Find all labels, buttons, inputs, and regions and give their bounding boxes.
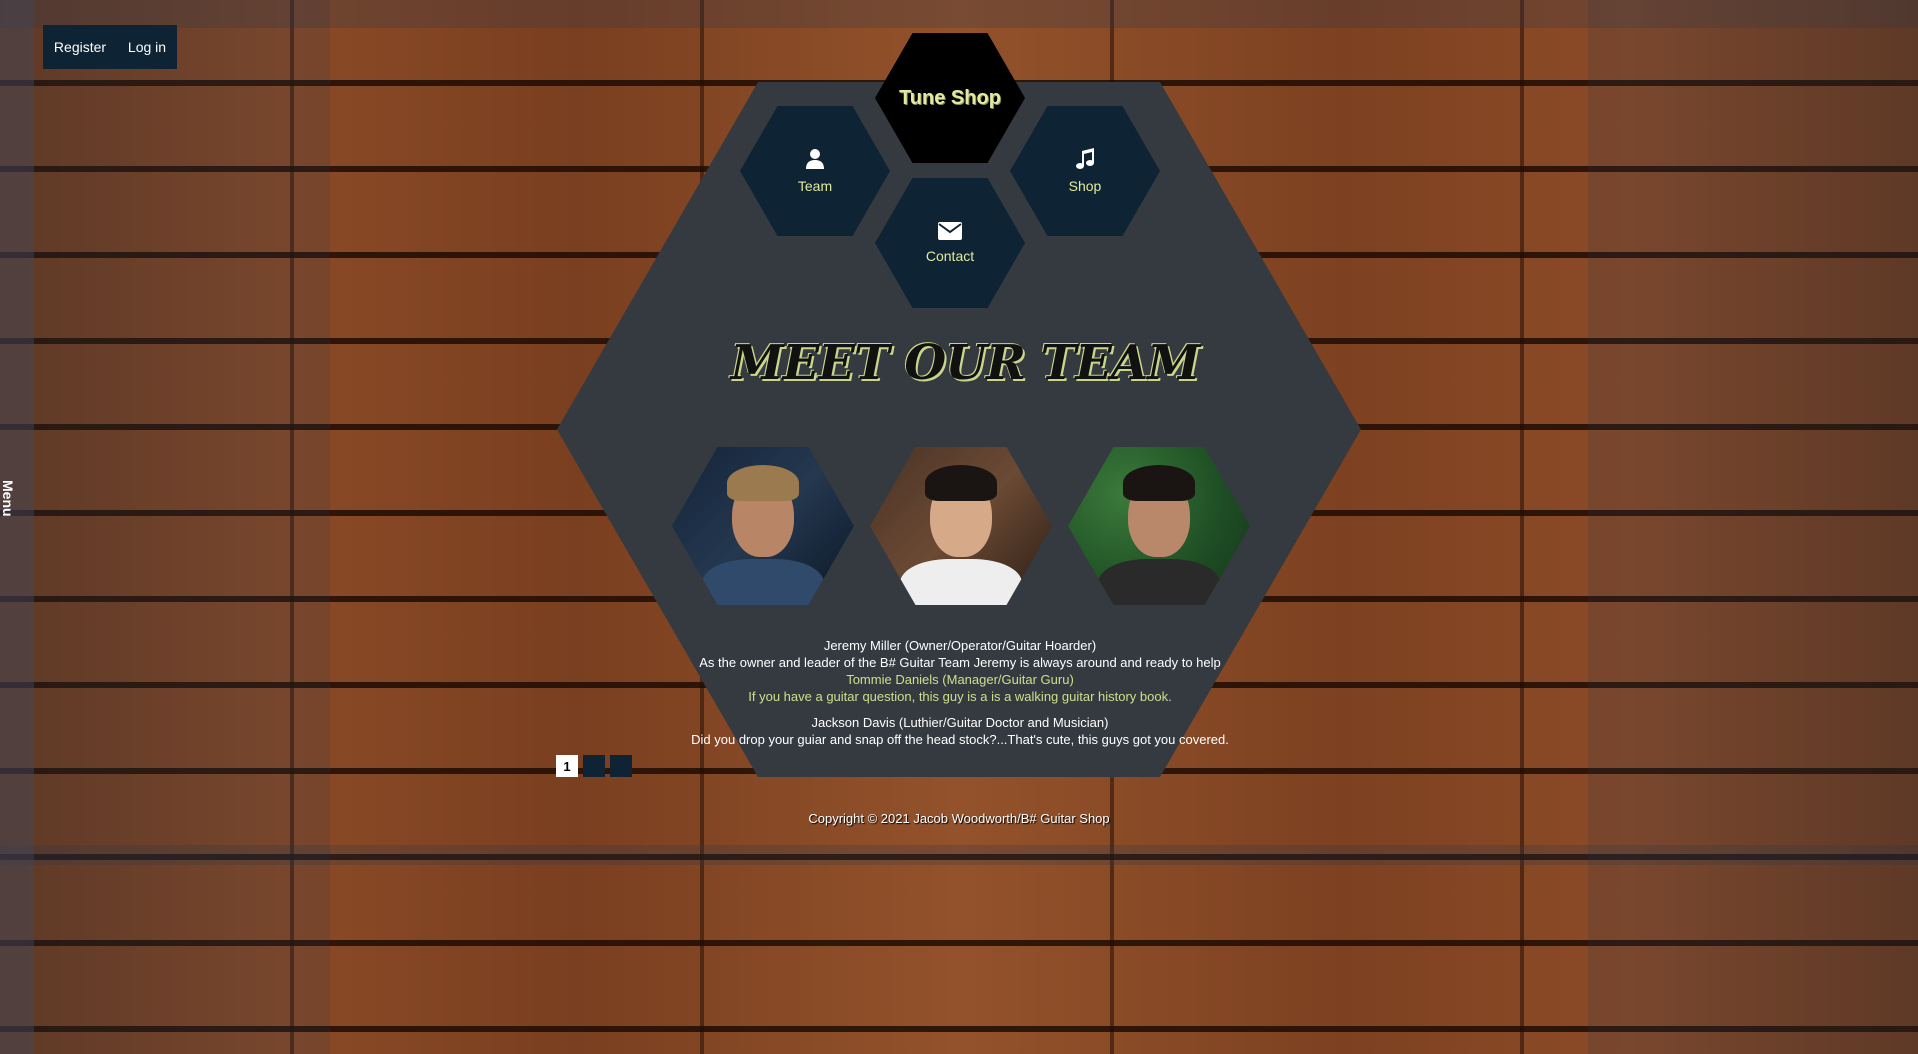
background-shade <box>34 0 330 1054</box>
login-link[interactable]: Log in <box>128 39 166 55</box>
brand-name: Tune Shop <box>899 86 1001 109</box>
page-title: MEET OUR TEAM <box>730 335 1201 391</box>
team-member-bio: As the owner and leader of the B# Guitar… <box>699 655 1221 670</box>
nav-shop-label: Shop <box>1068 178 1102 194</box>
team-member-name: Jeremy Miller (Owner/Operator/Guitar Hoa… <box>823 638 1097 653</box>
music-note-icon <box>1076 148 1094 169</box>
page-button-3[interactable]: 3 <box>610 755 632 777</box>
menu-label: Menu <box>0 480 16 517</box>
envelope-icon <box>938 222 962 240</box>
team-bio-jackson: Jackson Davis (Luthier/Guitar Doctor and… <box>660 714 1260 748</box>
nav-contact-label: Contact <box>925 248 975 264</box>
page-button-2[interactable]: 2 <box>583 755 605 777</box>
team-member-name: Tommie Daniels (Manager/Guitar Guru) <box>846 672 1074 687</box>
page-button-1[interactable]: 1 <box>556 755 578 777</box>
team-member-bio: If you have a guitar question, this guy … <box>748 689 1172 704</box>
auth-bar: Register Log in <box>43 25 177 69</box>
nav-team-label: Team <box>797 178 833 194</box>
side-menu-toggle[interactable]: Menu <box>0 0 34 1054</box>
register-link[interactable]: Register <box>54 39 106 55</box>
footer-copyright: Copyright © 2021 Jacob Woodworth/B# Guit… <box>808 811 1110 826</box>
background-shade <box>1588 0 1918 1054</box>
team-bio-jeremy: Jeremy Miller (Owner/Operator/Guitar Hoa… <box>660 637 1260 671</box>
team-member-name: Jackson Davis (Luthier/Guitar Doctor and… <box>811 715 1109 730</box>
team-bio-tommie: Tommie Daniels (Manager/Guitar Guru) If … <box>660 671 1260 705</box>
pagination: 1 2 3 <box>556 755 632 777</box>
user-icon <box>806 149 824 169</box>
team-member-bio: Did you drop your guiar and snap off the… <box>691 732 1229 747</box>
